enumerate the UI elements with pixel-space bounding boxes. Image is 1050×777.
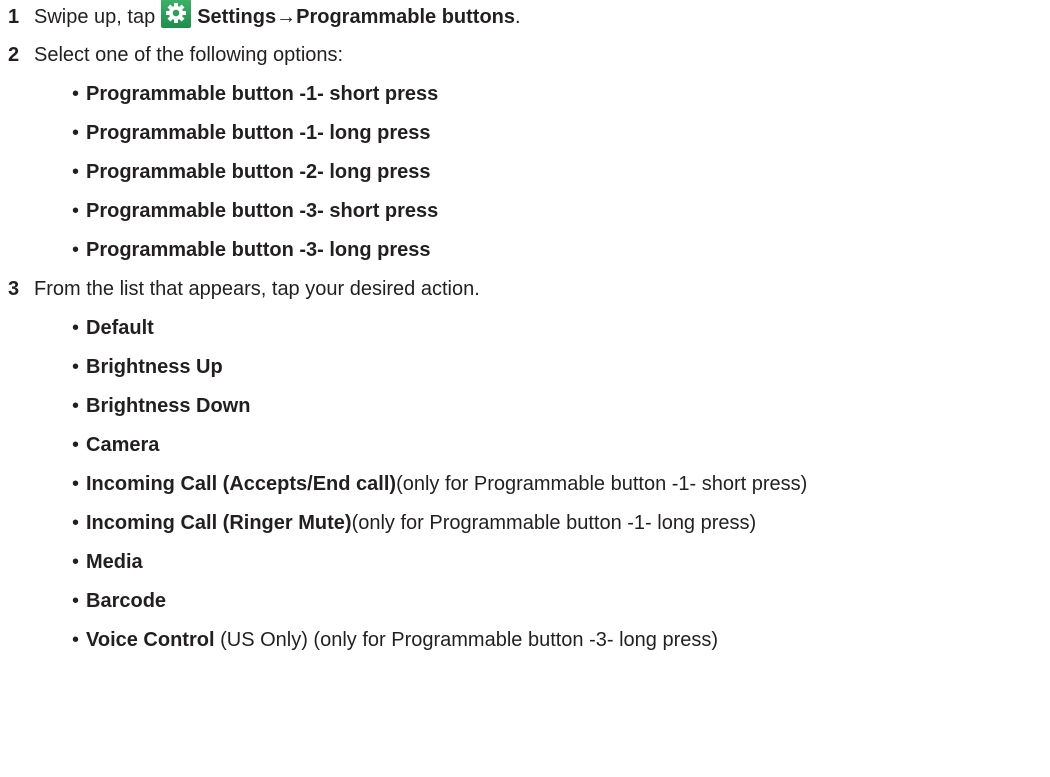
bullet: • — [72, 589, 80, 612]
action-note: (only for Programmable button -1- short … — [396, 472, 808, 495]
action-name: Barcode — [86, 589, 167, 612]
step-number: 2 — [8, 43, 20, 66]
bullet: • — [72, 82, 80, 105]
step-2: 2 Select one of the following options: — [8, 40, 343, 70]
option-item: • Programmable button -1- long press — [72, 118, 430, 148]
bullet: • — [72, 511, 80, 534]
bullet: • — [72, 550, 80, 573]
action-item: • Brightness Up — [72, 352, 223, 382]
bullet: • — [72, 160, 80, 183]
bullet: • — [72, 121, 80, 144]
step-1-period: . — [515, 5, 521, 28]
settings-path: Settings→Programmable buttons — [197, 5, 516, 28]
step-text: Select one of the following options: — [34, 43, 344, 66]
option-item: • Programmable button -3- short press — [72, 196, 438, 226]
option-label: Programmable button -1- short press — [86, 82, 439, 105]
settings-gear-icon — [161, 0, 192, 28]
bullet: • — [72, 355, 80, 378]
step-1: 1 Swipe up, tap Settings→Programmable bu… — [8, 0, 521, 32]
action-note: (US Only) (only for Programmable button … — [214, 628, 719, 651]
action-label: Brightness Down — [86, 395, 250, 418]
action-name: Camera — [86, 433, 160, 456]
action-name: Brightness Down — [86, 394, 251, 417]
action-item: • Camera — [72, 430, 159, 460]
step-number: 1 — [8, 5, 20, 28]
step-text: From the list that appears, tap your des… — [34, 277, 480, 300]
bullet: • — [72, 316, 80, 339]
action-item: • Incoming Call (Accepts/End call)(only … — [72, 469, 807, 499]
action-label: Incoming Call (Ringer Mute)(only for Pro… — [86, 512, 756, 535]
action-name: Incoming Call (Ringer Mute) — [86, 511, 352, 534]
action-name: Default — [86, 316, 154, 339]
action-note: (only for Programmable button -1- long p… — [351, 511, 757, 534]
option-label: Programmable button -2- long press — [86, 160, 431, 183]
bullet: • — [72, 238, 80, 261]
action-name: Incoming Call (Accepts/End call) — [86, 472, 397, 495]
bullet: • — [72, 433, 80, 456]
action-item: • Incoming Call (Ringer Mute)(only for P… — [72, 508, 756, 538]
option-item: • Programmable button -1- short press — [72, 79, 438, 109]
action-item: • Default — [72, 313, 154, 343]
action-label: Barcode — [86, 590, 166, 613]
action-label: Incoming Call (Accepts/End call)(only fo… — [86, 473, 807, 496]
action-item: • Voice Control (US Only) (only for Prog… — [72, 625, 718, 655]
step-text: Swipe up, tap Settings→Programmable butt… — [34, 0, 521, 32]
action-label: Voice Control (US Only) (only for Progra… — [86, 629, 718, 652]
step-number: 3 — [8, 277, 20, 300]
option-item: • Programmable button -3- long press — [72, 235, 430, 265]
bullet: • — [72, 628, 80, 651]
option-label: Programmable button -3- short press — [86, 199, 439, 222]
option-label: Programmable button -3- long press — [86, 238, 431, 261]
action-name: Media — [86, 550, 143, 573]
action-name: Voice Control — [86, 628, 215, 651]
action-item: • Media — [72, 547, 143, 577]
step-3: 3 From the list that appears, tap your d… — [8, 274, 480, 304]
action-item: • Brightness Down — [72, 391, 250, 421]
bullet: • — [72, 394, 80, 417]
bullet: • — [72, 472, 80, 495]
action-label: Media — [86, 551, 143, 574]
action-label: Default — [86, 317, 154, 340]
bullet: • — [72, 199, 80, 222]
action-name: Brightness Up — [86, 355, 223, 378]
step-1-text: Swipe up, tap — [34, 5, 156, 28]
action-label: Brightness Up — [86, 356, 223, 379]
option-label: Programmable button -1- long press — [86, 121, 431, 144]
action-label: Camera — [86, 434, 159, 457]
option-item: • Programmable button -2- long press — [72, 157, 430, 187]
action-item: • Barcode — [72, 586, 166, 616]
